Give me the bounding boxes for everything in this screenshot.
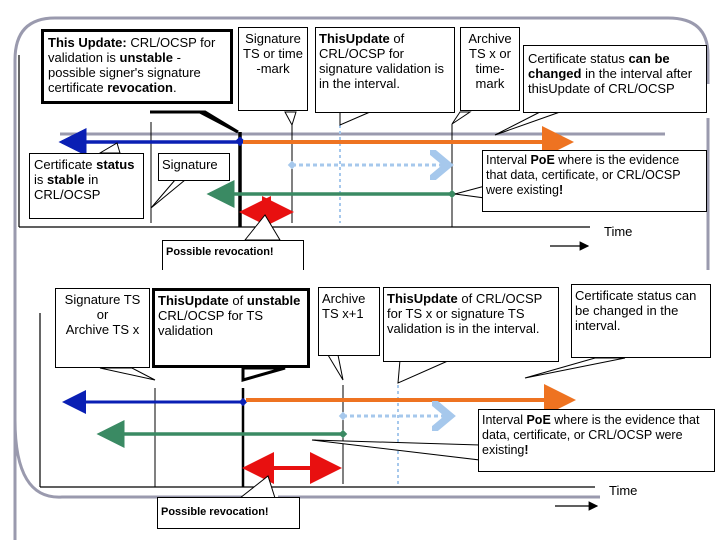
- callout-text: Certificate status: [528, 51, 629, 66]
- callout-signature-or-archive: Signature TS or Archive TS x: [55, 288, 150, 368]
- callout-bold-text: ThisUpdate: [158, 293, 229, 308]
- callout-thisupdate-unstable: This Update: CRL/OCSP for validation is …: [41, 29, 233, 104]
- callout-bold-text: !: [558, 183, 564, 197]
- callout-text: Certificate: [34, 157, 97, 172]
- callout-possible-revocation-top: Possible revocation!: [162, 240, 304, 270]
- callout-bold-text: unstable: [246, 293, 301, 308]
- callout-bold-text: !: [524, 443, 529, 457]
- callout-text: .: [173, 80, 177, 95]
- callout-thisupdate-unstable-ts: ThisUpdate of unstable CRL/OCSP for TS v…: [152, 288, 310, 368]
- callout-bold-text: status: [96, 157, 135, 172]
- time-label-top: Time: [604, 224, 633, 239]
- bottom-blue-diamond: [238, 397, 248, 407]
- callout-text: Interval: [486, 153, 531, 167]
- callout-text: is: [34, 172, 47, 187]
- callout-text: of: [228, 293, 247, 308]
- callout-bold-text: revocation: [107, 80, 173, 95]
- callout-bold-text: stable: [47, 172, 85, 187]
- callout-status-changed: Certificate status can be changed in the…: [523, 45, 707, 113]
- callout-bold-text: ThisUpdate: [319, 31, 390, 46]
- callout-text: CRL/OCSP for TS validation: [158, 308, 263, 338]
- callout-poe-top: Interval PoE where is the evidence that …: [482, 150, 707, 212]
- callout-poe-bottom: Interval PoE where is the evidence that …: [478, 409, 715, 472]
- top-lightblue-diamond: [287, 160, 297, 170]
- callout-bold-text: ThisUpdate: [387, 291, 458, 306]
- callout-thisupdate-interval-bottom: ThisUpdate of CRL/OCSP for TS x or signa…: [383, 287, 559, 362]
- time-label-bottom: Time: [609, 483, 638, 498]
- callout-status-changed-bottom: Certificate status can be changed in the…: [571, 284, 711, 358]
- bottom-green-diamond: [338, 429, 348, 439]
- callout-status-stable: Certificate status is stable in CRL/OCSP: [29, 153, 144, 219]
- callout-archive-ts: Archive TS x or time- mark: [460, 27, 520, 111]
- callout-signature: Signature: [158, 153, 230, 181]
- callout-text: Interval: [482, 413, 527, 427]
- callout-thisupdate-interval: ThisUpdate of CRL/OCSP for signature val…: [315, 27, 455, 113]
- callout-bold-text: This Update:: [48, 35, 127, 50]
- callout-bold-text: PoE: [530, 153, 555, 167]
- bottom-lightblue-diamond: [338, 411, 348, 421]
- callout-bold-text: PoE: [526, 413, 551, 427]
- callout-archive-ts-x1: Archive TS x+1: [318, 287, 380, 356]
- callout-possible-revocation-bottom: Possible revocation!: [157, 497, 300, 529]
- callout-bold-text: unstable: [119, 50, 174, 65]
- callout-signature-ts: Signature TS or time -mark: [238, 27, 308, 111]
